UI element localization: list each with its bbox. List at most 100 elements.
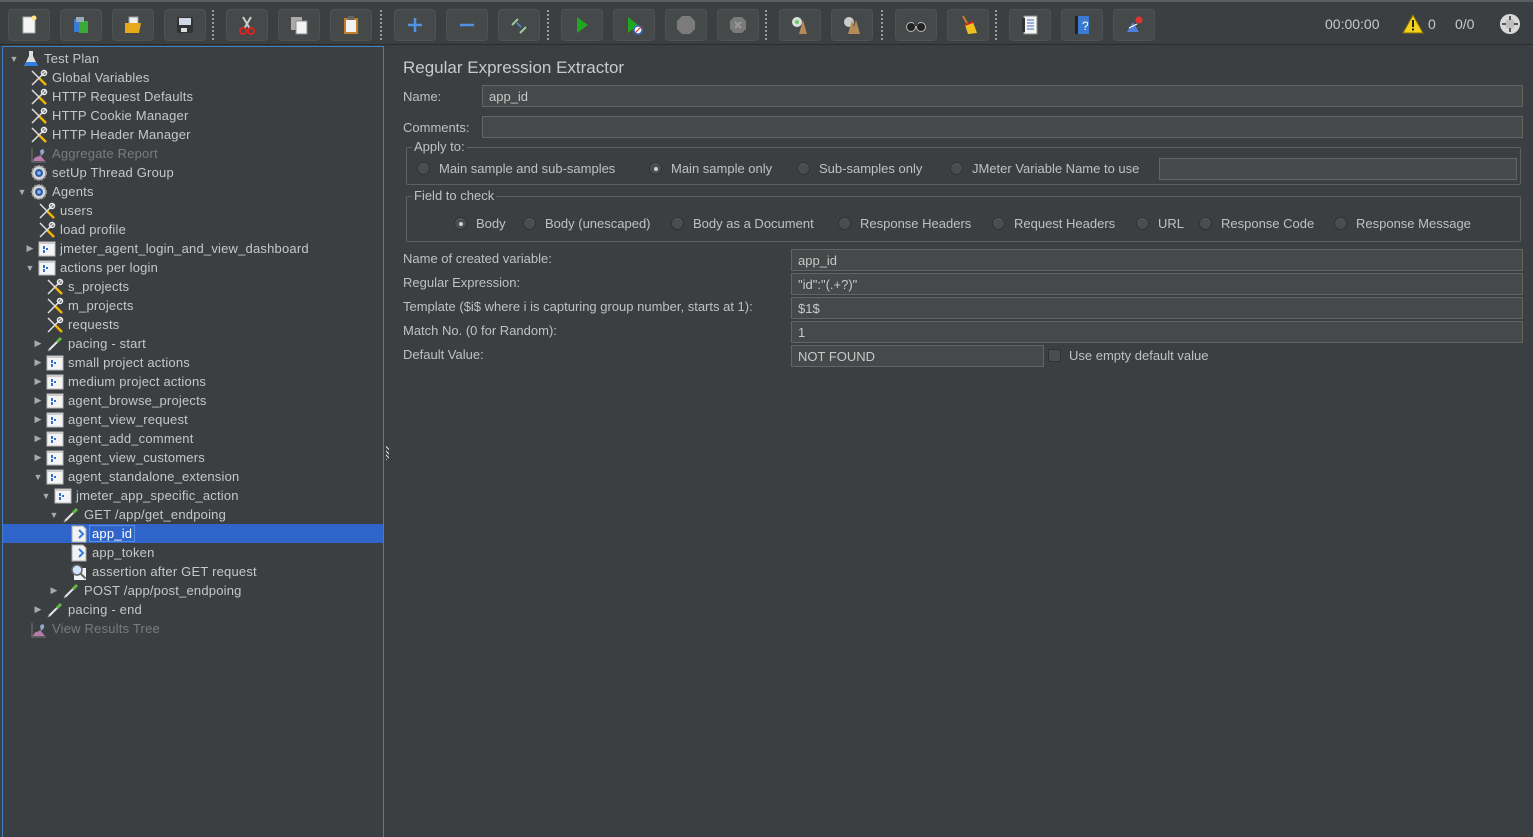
splitter-grip-icon[interactable] [386, 446, 389, 460]
collapsed-arrow-icon[interactable]: ▶ [32, 338, 44, 350]
tree-node[interactable]: ▶ agent_browse_projects [3, 391, 383, 410]
tree-node[interactable]: requests [3, 315, 383, 334]
reset-search-button[interactable] [947, 9, 989, 41]
tree-node[interactable]: ▼ Test Plan [3, 49, 383, 68]
expanded-arrow-icon[interactable]: ▼ [48, 509, 60, 521]
collapsed-arrow-icon[interactable]: ▶ [32, 376, 44, 388]
field-to-check-radio-request-headers[interactable]: Request Headers [992, 216, 1115, 231]
collapsed-arrow-icon[interactable]: ▶ [48, 585, 60, 597]
tree-node[interactable]: ▼ GET /app/get_endpoing [3, 505, 383, 524]
apply-to-radio-main-sample-only[interactable]: Main sample only [649, 161, 772, 176]
tree-node[interactable]: ▼ actions per login [3, 258, 383, 277]
radio-unselected-icon[interactable] [1334, 217, 1347, 230]
radio-unselected-icon[interactable] [523, 217, 536, 230]
field-to-check-radio-url[interactable]: URL [1136, 216, 1184, 231]
radio-unselected-icon[interactable] [797, 162, 810, 175]
use-empty-default-checkbox[interactable]: Use empty default value [1048, 348, 1208, 363]
tree-node[interactable]: s_projects [3, 277, 383, 296]
apply-to-radio-sub-samples-only[interactable]: Sub-samples only [797, 161, 922, 176]
copy-button[interactable] [278, 9, 320, 41]
radio-unselected-icon[interactable] [417, 162, 430, 175]
new-button[interactable] [8, 9, 50, 41]
start-no-pause-button[interactable] [613, 9, 655, 41]
tree-node[interactable]: ▶ medium project actions [3, 372, 383, 391]
field-to-check-radio-body[interactable]: Body [454, 216, 506, 231]
paste-button[interactable] [330, 9, 372, 41]
tree-node[interactable]: app_id [3, 524, 383, 543]
tree-node[interactable]: ▼ agent_standalone_extension [3, 467, 383, 486]
tree-node[interactable]: View Results Tree [3, 619, 383, 638]
tree-node[interactable]: ▶ jmeter_agent_login_and_view_dashboard [3, 239, 383, 258]
tree-node[interactable]: ▶ pacing - end [3, 600, 383, 619]
checkbox-box[interactable] [1048, 349, 1061, 362]
remote-engines-icon[interactable] [1499, 13, 1521, 38]
tree-node[interactable]: ▶ agent_view_customers [3, 448, 383, 467]
collapse-button[interactable] [446, 9, 488, 41]
save-button[interactable] [164, 9, 206, 41]
tree-node[interactable]: ▼ jmeter_app_specific_action [3, 486, 383, 505]
collapsed-arrow-icon[interactable]: ▶ [32, 452, 44, 464]
toggle-button[interactable] [498, 9, 540, 41]
expanded-arrow-icon[interactable]: ▼ [8, 53, 20, 65]
tree-node[interactable]: setUp Thread Group [3, 163, 383, 182]
function-helper-button[interactable] [1009, 9, 1051, 41]
tree-node[interactable]: HTTP Request Defaults [3, 87, 383, 106]
tree-node[interactable]: HTTP Header Manager [3, 125, 383, 144]
clear-button[interactable] [779, 9, 821, 41]
expand-button[interactable] [394, 9, 436, 41]
tree-node[interactable]: ▶ agent_view_request [3, 410, 383, 429]
expanded-arrow-icon[interactable]: ▼ [24, 262, 36, 274]
clear-all-button[interactable] [831, 9, 873, 41]
match-no-input[interactable] [791, 321, 1523, 343]
expanded-arrow-icon[interactable]: ▼ [32, 471, 44, 483]
field-to-check-radio-response-code[interactable]: Response Code [1199, 216, 1314, 231]
collapsed-arrow-icon[interactable]: ▶ [32, 395, 44, 407]
tree-node[interactable]: m_projects [3, 296, 383, 315]
tree-node[interactable]: Aggregate Report [3, 144, 383, 163]
field-to-check-radio-body-unescaped[interactable]: Body (unescaped) [523, 216, 651, 231]
created-variable-input[interactable] [791, 249, 1523, 271]
collapsed-arrow-icon[interactable]: ▶ [32, 604, 44, 616]
collapsed-arrow-icon[interactable]: ▶ [32, 357, 44, 369]
collapsed-arrow-icon[interactable]: ▶ [24, 243, 36, 255]
search-button[interactable] [895, 9, 937, 41]
tree-node[interactable]: Global Variables [3, 68, 383, 87]
field-to-check-radio-response-message[interactable]: Response Message [1334, 216, 1471, 231]
jmeter-variable-name-input[interactable] [1159, 158, 1517, 180]
start-button[interactable] [561, 9, 603, 41]
test-plan-tree[interactable]: ▼ Test Plan Global Variables HTTP Request D… [2, 46, 384, 837]
stop-button[interactable] [665, 9, 707, 41]
radio-unselected-icon[interactable] [1136, 217, 1149, 230]
template-input[interactable] [791, 297, 1523, 319]
templates-button[interactable] [60, 9, 102, 41]
open-button[interactable] [112, 9, 154, 41]
radio-unselected-icon[interactable] [671, 217, 684, 230]
warning-icon[interactable] [1402, 13, 1424, 37]
cut-button[interactable] [226, 9, 268, 41]
help-button[interactable]: ? [1061, 9, 1103, 41]
comments-input[interactable] [482, 116, 1523, 138]
tree-node[interactable]: HTTP Cookie Manager [3, 106, 383, 125]
tree-node[interactable]: load profile [3, 220, 383, 239]
apply-to-radio-main-sample-and-sub-samples[interactable]: Main sample and sub-samples [417, 161, 615, 176]
name-input[interactable] [482, 85, 1523, 107]
radio-selected-icon[interactable] [454, 217, 467, 230]
tree-node[interactable]: assertion after GET request [3, 562, 383, 581]
tree-node[interactable]: ▶ POST /app/post_endpoing [3, 581, 383, 600]
tree-node[interactable]: ▶ small project actions [3, 353, 383, 372]
pane-splitter[interactable] [384, 46, 390, 837]
radio-unselected-icon[interactable] [950, 162, 963, 175]
tree-node[interactable]: ▶ agent_add_comment [3, 429, 383, 448]
apply-to-radio-jmeter-variable-name-to-use[interactable]: JMeter Variable Name to use [950, 161, 1139, 176]
shutdown-button[interactable] [717, 9, 759, 41]
default-value-input[interactable] [791, 345, 1044, 367]
regular-expression-input[interactable] [791, 273, 1523, 295]
radio-unselected-icon[interactable] [992, 217, 1005, 230]
radio-unselected-icon[interactable] [1199, 217, 1212, 230]
collapsed-arrow-icon[interactable]: ▶ [32, 414, 44, 426]
tree-node[interactable]: users [3, 201, 383, 220]
plugins-button[interactable] [1113, 9, 1155, 41]
field-to-check-radio-body-as-a-document[interactable]: Body as a Document [671, 216, 814, 231]
tree-node[interactable]: ▼ Agents [3, 182, 383, 201]
collapsed-arrow-icon[interactable]: ▶ [32, 433, 44, 445]
